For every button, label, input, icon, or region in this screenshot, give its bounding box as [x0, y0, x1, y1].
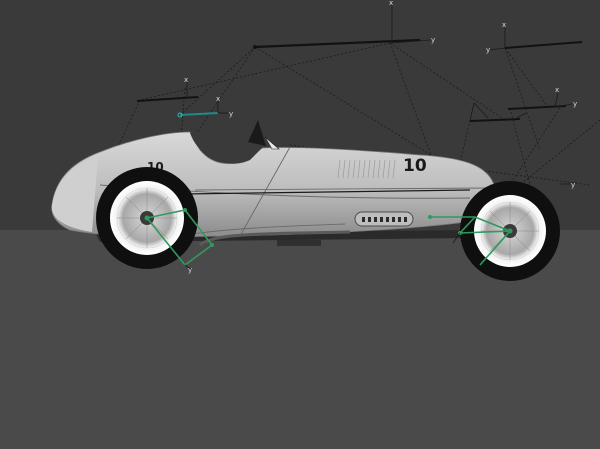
axis-label-x: x — [389, 0, 393, 7]
axis-label-y: y — [229, 110, 233, 118]
axis-label-x: x — [184, 76, 188, 84]
axis-label-y: y — [188, 266, 192, 274]
axis-label-y: y — [573, 100, 577, 108]
race-number-side: 10 — [403, 156, 427, 176]
axis-label-y: y — [571, 181, 575, 189]
axis-label-x: x — [216, 95, 220, 103]
3d-viewport[interactable]: x y x y x x y x y y 10 10 y — [0, 0, 600, 449]
axis-label-x: x — [502, 21, 506, 29]
side-vent — [354, 211, 414, 227]
axis-label-y: y — [486, 46, 490, 54]
floor-pan — [277, 240, 321, 246]
scene-canvas[interactable]: x y x y x x y x y y 10 10 y — [0, 0, 600, 449]
axis-label-y: y — [431, 36, 435, 44]
axis-label-x: x — [555, 86, 559, 94]
